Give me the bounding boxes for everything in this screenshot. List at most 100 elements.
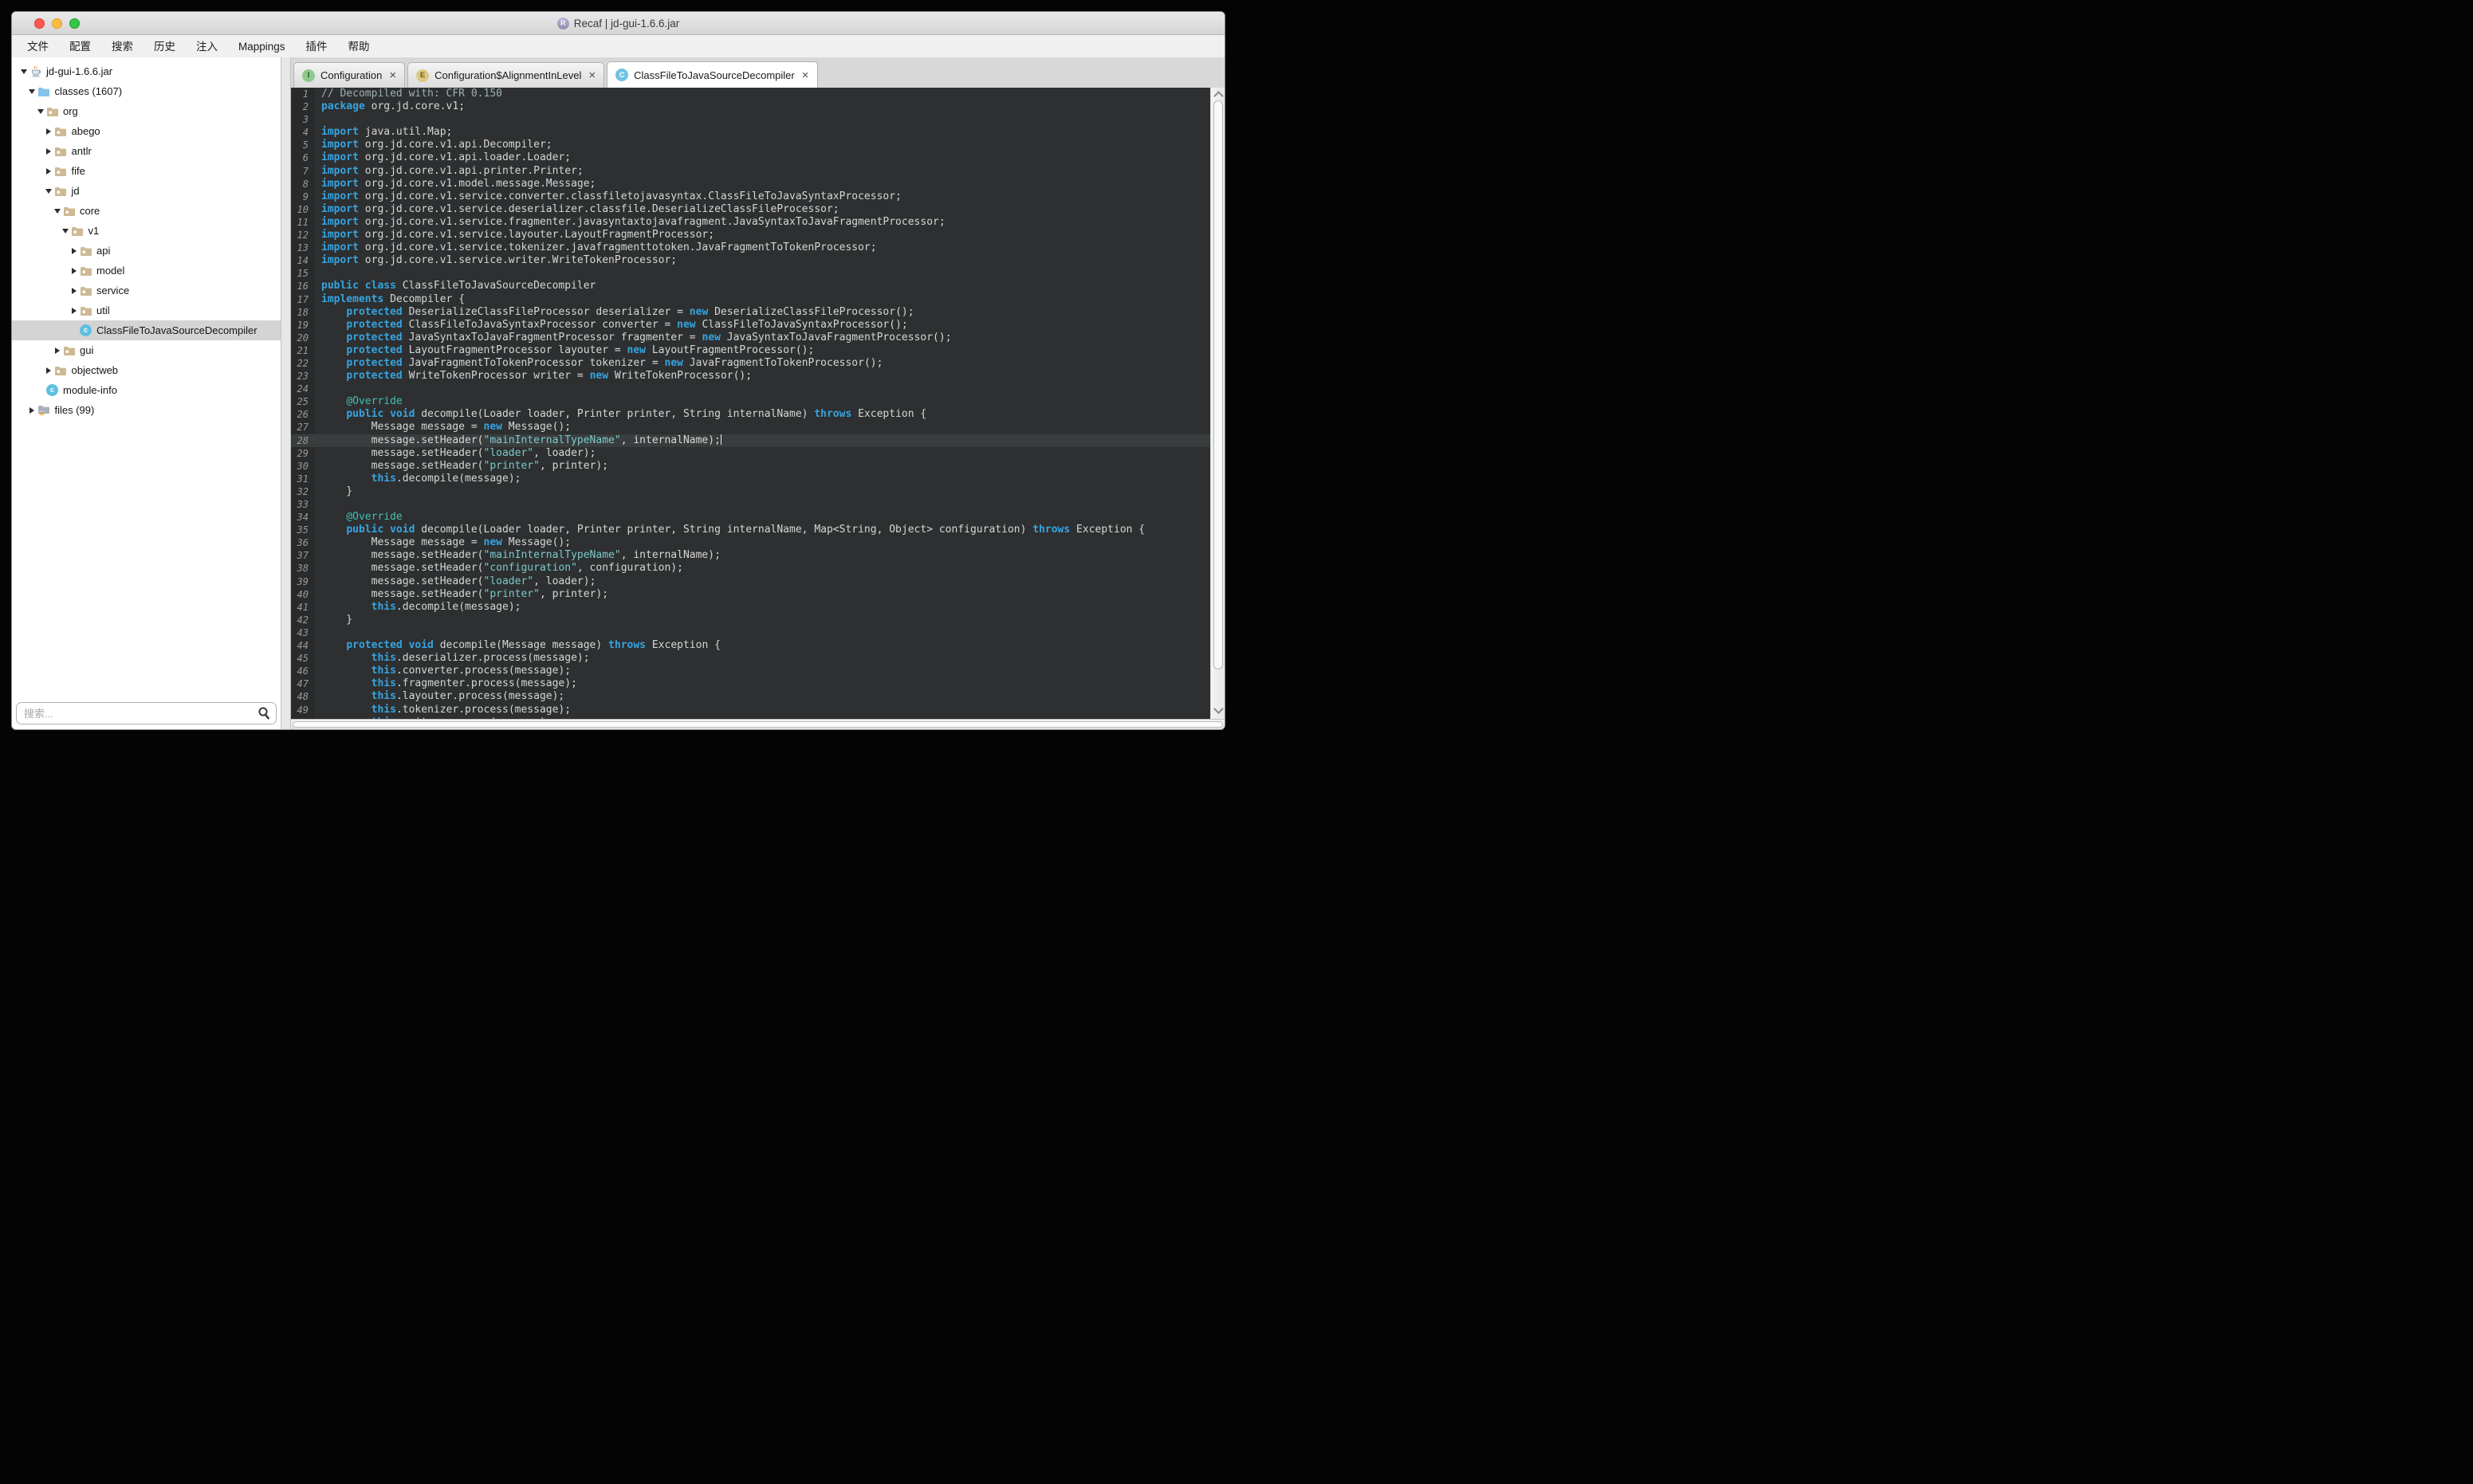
tree-item-service[interactable]: service <box>12 281 281 300</box>
code-line-5[interactable]: 5 import org.jd.core.v1.api.Decompiler; <box>291 139 1210 151</box>
code-line-24[interactable]: 24 <box>291 383 1210 395</box>
tree-expand-icon[interactable] <box>69 307 79 314</box>
code-line-32[interactable]: 32 } <box>291 485 1210 498</box>
tree-expand-icon[interactable] <box>44 128 54 135</box>
code-line-13[interactable]: 13 import org.jd.core.v1.service.tokenize… <box>291 241 1210 254</box>
code-line-39[interactable]: 39 message.setHeader("loader", loader); <box>291 575 1210 588</box>
tree-item-abego[interactable]: abego <box>12 121 281 141</box>
code-line-47[interactable]: 47 this.fragmenter.process(message); <box>291 677 1210 690</box>
tree-item-fife[interactable]: fife <box>12 161 281 181</box>
code-line-35[interactable]: 35 public void decompile(Loader loader, … <box>291 524 1210 536</box>
code-line-23[interactable]: 23 protected WriteTokenProcessor writer … <box>291 370 1210 383</box>
code-line-46[interactable]: 46 this.converter.process(message); <box>291 665 1210 677</box>
code-line-38[interactable]: 38 message.setHeader("configuration", co… <box>291 562 1210 575</box>
tree-item-module-info[interactable]: c module-info <box>12 380 281 400</box>
tree-item-jd-gui-1-6-6-jar[interactable]: jd-gui-1.6.6.jar <box>12 61 281 81</box>
code-line-18[interactable]: 18 protected DeserializeClassFileProcess… <box>291 306 1210 319</box>
menu-item-6[interactable]: 插件 <box>296 36 338 57</box>
tree-item-objectweb[interactable]: objectweb <box>12 360 281 380</box>
code-line-10[interactable]: 10 import org.jd.core.v1.service.deserial… <box>291 203 1210 216</box>
tree-expand-icon[interactable] <box>69 267 79 274</box>
menu-item-3[interactable]: 历史 <box>144 36 186 57</box>
code-line-27[interactable]: 27 Message message = new Message(); <box>291 421 1210 434</box>
code-line-14[interactable]: 14 import org.jd.core.v1.service.writer.W… <box>291 254 1210 267</box>
code-line-43[interactable]: 43 <box>291 626 1210 639</box>
tab-configuration[interactable]: I Configuration × <box>293 62 406 88</box>
tree-collapse-icon[interactable] <box>52 208 62 214</box>
code-line-22[interactable]: 22 protected JavaFragmentToTokenProcesso… <box>291 357 1210 370</box>
menu-item-5[interactable]: Mappings <box>228 36 296 57</box>
tree-expand-icon[interactable] <box>44 167 54 175</box>
tree-expand-icon[interactable] <box>27 406 37 414</box>
tree-expand-icon[interactable] <box>69 247 79 254</box>
code-line-37[interactable]: 37 message.setHeader("mainInternalTypeNa… <box>291 549 1210 562</box>
code-line-9[interactable]: 9 import org.jd.core.v1.service.converter… <box>291 190 1210 203</box>
horizontal-scrollbar-thumb[interactable] <box>293 721 1223 728</box>
tree-collapse-icon[interactable] <box>18 69 29 74</box>
tab-close-icon[interactable]: × <box>389 69 396 81</box>
tree-collapse-icon[interactable] <box>44 188 54 194</box>
code-line-49[interactable]: 49 this.tokenizer.process(message); <box>291 704 1210 716</box>
vertical-scrollbar-thumb[interactable] <box>1213 100 1223 669</box>
tree-item-core[interactable]: core <box>12 201 281 221</box>
tab-classfiletojavasourcedecompiler[interactable]: C ClassFileToJavaSourceDecompiler × <box>607 61 818 88</box>
close-window-button[interactable] <box>34 18 45 29</box>
code-line-6[interactable]: 6 import org.jd.core.v1.api.loader.Loader… <box>291 151 1210 164</box>
code-line-26[interactable]: 26 public void decompile(Loader loader, … <box>291 408 1210 421</box>
menu-item-1[interactable]: 配置 <box>59 36 101 57</box>
code-line-41[interactable]: 41 this.decompile(message); <box>291 601 1210 614</box>
code-line-45[interactable]: 45 this.deserializer.process(message); <box>291 652 1210 665</box>
code-line-1[interactable]: 1 // Decompiled with: CFR 0.150 <box>291 88 1210 100</box>
code-line-42[interactable]: 42 } <box>291 614 1210 626</box>
tree-collapse-icon[interactable] <box>27 88 37 94</box>
tree-collapse-icon[interactable] <box>35 108 45 114</box>
code-line-15[interactable]: 15 <box>291 267 1210 280</box>
vertical-scrollbar[interactable] <box>1210 88 1225 719</box>
tree-item-classes-1607-[interactable]: classes (1607) <box>12 81 281 101</box>
code-line-28[interactable]: 28 message.setHeader("mainInternalTypeNa… <box>291 434 1210 447</box>
tree-item-gui[interactable]: gui <box>12 340 281 360</box>
scroll-up-icon[interactable] <box>1213 91 1224 101</box>
code-line-25[interactable]: 25 @Override <box>291 395 1210 408</box>
tree-expand-icon[interactable] <box>44 147 54 155</box>
minimize-window-button[interactable] <box>52 18 62 29</box>
tree-expand-icon[interactable] <box>69 287 79 294</box>
code-line-2[interactable]: 2 package org.jd.core.v1; <box>291 100 1210 113</box>
tree-item-org[interactable]: org <box>12 101 281 121</box>
tree-expand-icon[interactable] <box>44 367 54 374</box>
code-line-31[interactable]: 31 this.decompile(message); <box>291 473 1210 485</box>
menu-item-2[interactable]: 搜索 <box>101 36 144 57</box>
code-line-20[interactable]: 20 protected JavaSyntaxToJavaFragmentPro… <box>291 332 1210 344</box>
tree-collapse-icon[interactable] <box>61 228 71 234</box>
code-line-29[interactable]: 29 message.setHeader("loader", loader); <box>291 447 1210 460</box>
code-line-19[interactable]: 19 protected ClassFileToJavaSyntaxProces… <box>291 319 1210 332</box>
code-line-8[interactable]: 8 import org.jd.core.v1.model.message.Mes… <box>291 178 1210 190</box>
tree-item-util[interactable]: util <box>12 300 281 320</box>
tab-close-icon[interactable]: × <box>802 69 809 81</box>
split-divider[interactable] <box>281 57 291 729</box>
code-line-7[interactable]: 7 import org.jd.core.v1.api.printer.Print… <box>291 165 1210 178</box>
tree-item-files-99-[interactable]: files (99) <box>12 400 281 420</box>
code-line-11[interactable]: 11 import org.jd.core.v1.service.fragment… <box>291 216 1210 229</box>
tree-item-api[interactable]: api <box>12 241 281 261</box>
code-line-30[interactable]: 30 message.setHeader("printer", printer)… <box>291 460 1210 473</box>
tree-item-antlr[interactable]: antlr <box>12 141 281 161</box>
code-line-12[interactable]: 12 import org.jd.core.v1.service.layouter… <box>291 229 1210 241</box>
tree-item-model[interactable]: model <box>12 261 281 281</box>
code-editor[interactable]: 1 // Decompiled with: CFR 0.150 2 package o… <box>291 88 1210 719</box>
tree-item-v1[interactable]: v1 <box>12 221 281 241</box>
code-line-17[interactable]: 17 implements Decompiler { <box>291 293 1210 306</box>
code-line-44[interactable]: 44 protected void decompile(Message mess… <box>291 639 1210 652</box>
scroll-down-icon[interactable] <box>1213 704 1224 714</box>
code-line-21[interactable]: 21 protected LayoutFragmentProcessor lay… <box>291 344 1210 357</box>
horizontal-scrollbar[interactable] <box>291 719 1225 729</box>
menu-item-4[interactable]: 注入 <box>186 36 228 57</box>
menu-item-0[interactable]: 文件 <box>17 36 59 57</box>
code-line-40[interactable]: 40 message.setHeader("printer", printer)… <box>291 588 1210 601</box>
maximize-window-button[interactable] <box>69 18 80 29</box>
tab-close-icon[interactable]: × <box>588 69 596 81</box>
tab-configuration-alignmentinlevel[interactable]: E Configuration$AlignmentInLevel × <box>407 62 605 88</box>
code-line-48[interactable]: 48 this.layouter.process(message); <box>291 690 1210 703</box>
tree-expand-icon[interactable] <box>52 347 62 354</box>
tree-item-jd[interactable]: jd <box>12 181 281 201</box>
